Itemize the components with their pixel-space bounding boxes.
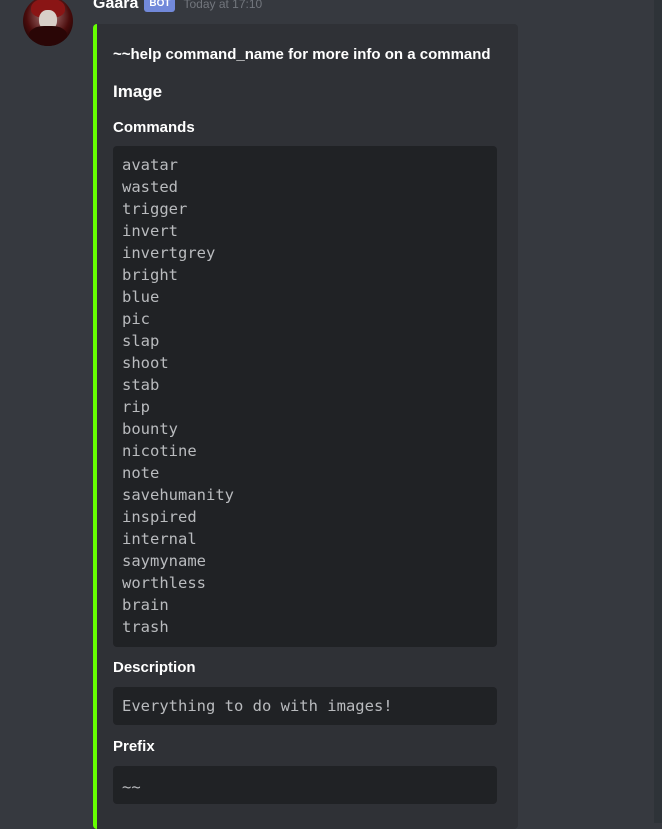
- category-title: Image: [113, 82, 163, 101]
- username[interactable]: Gaara: [93, 0, 138, 13]
- command-item: shoot: [122, 354, 169, 372]
- prefix-codeblock: ~~: [113, 766, 497, 804]
- chat-message: Gaara BOT Today at 17:10 ~~help command_…: [0, 0, 640, 829]
- commands-codeblock: avatar wasted trigger invert invertgrey …: [113, 146, 497, 647]
- user-avatar-icon[interactable]: [23, 0, 73, 46]
- avatar-cloak: [29, 26, 67, 46]
- commands-field-title: Commands: [113, 119, 195, 136]
- message-header: Gaara BOT Today at 17:10: [93, 0, 262, 15]
- command-item: bounty: [122, 420, 178, 438]
- command-item: brain: [122, 596, 169, 614]
- command-item: rip: [122, 398, 150, 416]
- timestamp: Today at 17:10: [183, 0, 263, 11]
- command-item: invertgrey: [122, 244, 216, 262]
- command-item: nicotine: [122, 442, 197, 460]
- command-item: slap: [122, 332, 160, 350]
- description-field-title: Description: [113, 659, 196, 676]
- command-item: savehumanity: [122, 486, 234, 504]
- command-item: stab: [122, 376, 160, 394]
- scrollbar-track[interactable]: [654, 0, 662, 823]
- prefix-field-title: Prefix: [113, 738, 155, 755]
- bot-badge: BOT: [144, 0, 176, 12]
- command-item: wasted: [122, 178, 178, 196]
- command-item: saymyname: [122, 552, 206, 570]
- embed-description: ~~help command_name for more info on a c…: [113, 46, 491, 63]
- command-item: pic: [122, 310, 150, 328]
- command-item: trash: [122, 618, 169, 636]
- command-item: note: [122, 464, 160, 482]
- help-embed: ~~help command_name for more info on a c…: [93, 24, 518, 829]
- command-item: invert: [122, 222, 178, 240]
- command-item: avatar: [122, 156, 178, 174]
- command-item: internal: [122, 530, 197, 548]
- command-item: blue: [122, 288, 160, 306]
- command-item: worthless: [122, 574, 206, 592]
- command-item: bright: [122, 266, 178, 284]
- command-item: inspired: [122, 508, 197, 526]
- description-codeblock: Everything to do with images!: [113, 687, 497, 725]
- command-item: trigger: [122, 200, 188, 218]
